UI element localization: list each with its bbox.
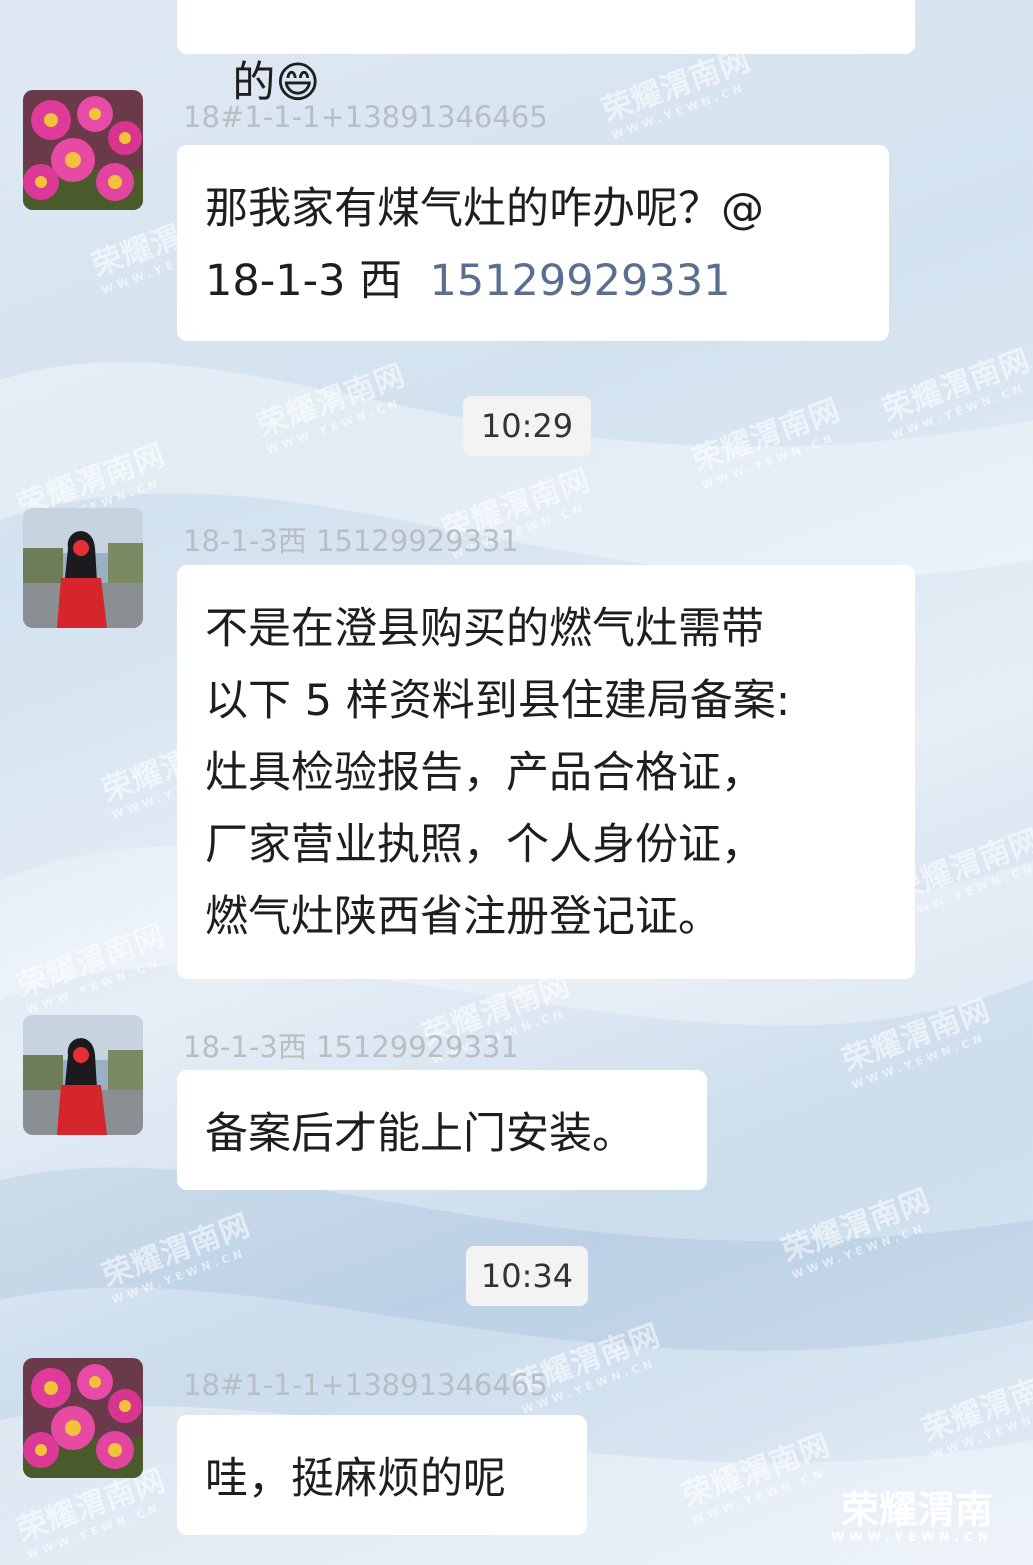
mention-link[interactable]: 15129929331 (429, 256, 730, 306)
avatar[interactable] (23, 1015, 143, 1135)
sender-name: 18#1-1-1+13891346465 (183, 100, 548, 134)
sender-name: 18-1-3西 15129929331 (183, 524, 519, 558)
avatar[interactable] (23, 508, 143, 628)
timestamp: 10:29 (463, 396, 591, 456)
message-bubble[interactable]: 不是在澄县购买的燃气灶需带 以下 5 样资料到县住建局备案: 灶具检验报告，产品… (177, 565, 915, 979)
flower-avatar-icon (23, 1358, 143, 1478)
sender-name: 18-1-3西 15129929331 (183, 1030, 519, 1064)
message-bubble[interactable]: 那我家有煤气灶的咋办呢？@ 18-1-3 西 15129929331 (177, 145, 889, 341)
flower-avatar-icon (23, 90, 143, 210)
message-text: 不是在澄县购买的燃气灶需带 以下 5 样资料到县住建局备案: 灶具检验报告，产品… (205, 604, 791, 942)
message-bubble[interactable]: 备案后才能上门安装。 (177, 1070, 707, 1190)
person-avatar-icon (23, 1015, 143, 1135)
avatar[interactable] (23, 90, 143, 210)
sender-name: 18#1-1-1+13891346465 (183, 1368, 548, 1402)
avatar[interactable] (23, 1358, 143, 1478)
message-text: 备案后才能上门安装。 (205, 1109, 635, 1159)
timestamp: 10:34 (466, 1246, 588, 1306)
message-bubble-partial[interactable]: 的😄 (177, 0, 915, 108)
corner-logo: 荣耀渭南 WWW.YEWN.CN (831, 1488, 993, 1544)
person-avatar-icon (23, 508, 143, 628)
message-bubble[interactable]: 哇，挺麻烦的呢 (177, 1415, 587, 1535)
message-text: 哇，挺麻烦的呢 (205, 1454, 506, 1504)
